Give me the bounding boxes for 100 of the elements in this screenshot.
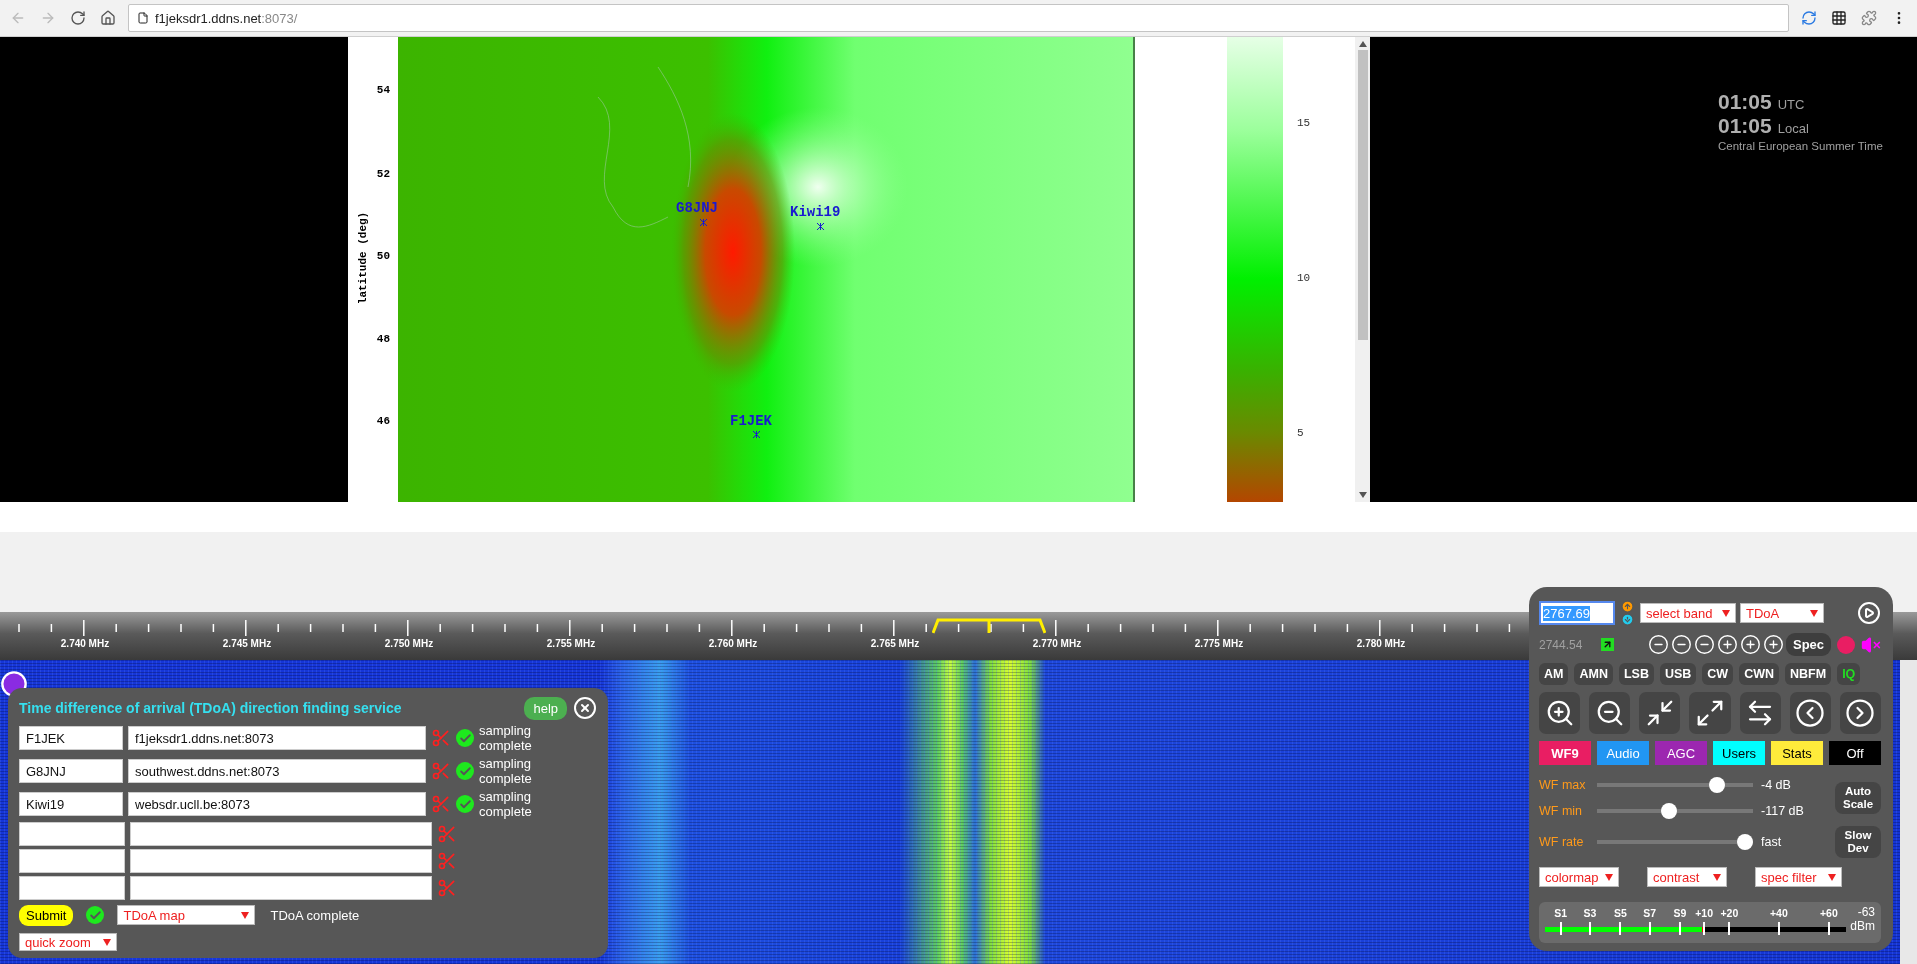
meter-label: +60 [1819, 907, 1838, 919]
host-field[interactable] [130, 849, 432, 873]
result-status: TDoA complete [270, 907, 360, 923]
page-icon [137, 12, 149, 24]
grid-icon[interactable] [1829, 10, 1849, 26]
host-field[interactable] [130, 876, 432, 900]
name-field[interactable] [19, 822, 125, 846]
plus-circle-icon[interactable] [1763, 634, 1784, 655]
panel-title: Time difference of arrival (TDoA) direction finding service [19, 700, 403, 716]
frequency-label: 2.750 MHz [383, 638, 435, 649]
minus-circle-icon[interactable] [1648, 634, 1669, 655]
meter-label: S1 [1554, 907, 1568, 919]
panel-tab[interactable]: Off [1829, 741, 1881, 765]
slider-thumb[interactable] [1660, 803, 1677, 819]
check-icon [456, 795, 474, 813]
host-field[interactable]: southwest.ddns.net:8073 [128, 759, 426, 783]
timezone-label: Central European Summer Time [1718, 140, 1884, 152]
mode-button[interactable]: NBFM [1785, 663, 1832, 685]
local-time: 01:05 [1718, 114, 1772, 138]
puzzle-icon[interactable] [1859, 10, 1879, 26]
submit-button[interactable]: Submit [19, 904, 74, 926]
plus-circle-icon[interactable] [1717, 634, 1738, 655]
caret-icon [103, 938, 111, 946]
station-label: G8JNJ [676, 200, 718, 216]
zoom-control-button[interactable] [1589, 692, 1631, 734]
display-dropdown[interactable]: colormap [1539, 867, 1619, 887]
zoom-dropdown[interactable]: quick zoom [19, 933, 117, 951]
mode-button[interactable]: LSB [1618, 663, 1654, 685]
panel-tab[interactable]: Users [1713, 741, 1765, 765]
check-icon [456, 729, 474, 747]
mode-button[interactable]: USB [1659, 663, 1697, 685]
mode-button[interactable]: AM [1539, 663, 1569, 685]
address-bar[interactable]: f1jeksdr1.ddns.net:8073/ [128, 4, 1789, 32]
name-field[interactable]: G8JNJ [19, 759, 123, 783]
caret-icon [1722, 609, 1730, 617]
slider-reading: fast [1761, 835, 1783, 849]
caret-icon [1828, 873, 1836, 881]
slider-thumb[interactable] [1709, 777, 1726, 793]
zoom-control-button[interactable] [1639, 692, 1681, 734]
name-field[interactable] [19, 849, 125, 873]
meter-label: S3 [1583, 907, 1597, 919]
tick-label: 15 [1297, 117, 1311, 129]
mode-dropdown[interactable]: TDoA [1740, 603, 1824, 623]
plus-circle-icon[interactable] [1740, 634, 1761, 655]
host-field[interactable]: f1jeksdr1.ddns.net:8073 [128, 726, 426, 750]
tick-label: 46 [376, 415, 390, 427]
mode-button[interactable]: CW [1702, 663, 1734, 685]
minus-circle-icon[interactable] [1694, 634, 1715, 655]
caret-icon [1810, 609, 1818, 617]
caret-icon [1605, 873, 1613, 881]
minus-circle-icon[interactable] [1671, 634, 1692, 655]
display-dropdown[interactable]: contrast [1647, 867, 1727, 887]
scroll-down-arrow-icon[interactable] [1358, 492, 1367, 498]
mode-button[interactable]: AMN [1574, 663, 1613, 685]
caret-icon [241, 911, 250, 919]
external-link-icon[interactable] [1601, 638, 1614, 651]
utc-label: UTC [1777, 97, 1805, 112]
name-field[interactable]: Kiwi19 [19, 792, 123, 816]
station-label: Kiwi19 [790, 204, 841, 220]
mode-button[interactable]: CWN [1739, 663, 1779, 685]
host-field[interactable]: websdr.ucll.be:8073 [128, 792, 426, 816]
auto-scale-button[interactable]: Auto Scale [1835, 782, 1881, 814]
zoom-control-button[interactable] [1539, 692, 1581, 734]
mode-button[interactable]: IQ [1837, 663, 1861, 685]
frequency-label: 2.745 MHz [221, 638, 273, 649]
utc-time: 01:05 [1718, 90, 1772, 114]
slider-thumb[interactable] [1737, 834, 1754, 850]
play-circle-icon[interactable] [1857, 601, 1881, 625]
slow-dev-button[interactable]: Slow Dev [1835, 826, 1881, 858]
panel-tab[interactable]: AGC [1655, 741, 1707, 765]
station-marker-icon [700, 219, 707, 226]
sync-icon[interactable] [1799, 10, 1819, 26]
home-icon[interactable] [98, 10, 118, 26]
host-field[interactable] [130, 822, 432, 846]
chevron-right-circle-icon [1845, 698, 1876, 728]
zoom-control-button[interactable] [1839, 692, 1881, 734]
scrollbar[interactable] [1355, 37, 1370, 502]
tick-label: 5 [1297, 427, 1304, 439]
frequency-label: 2.780 MHz [1355, 638, 1407, 649]
close-icon[interactable] [573, 696, 597, 720]
scroll-up-arrow-icon[interactable] [1358, 41, 1367, 47]
scrollbar[interactable] [1900, 660, 1917, 964]
tick-label: 10 [1297, 272, 1311, 284]
meter-label: +40 [1769, 907, 1788, 919]
zoom-control-button[interactable] [1689, 692, 1731, 734]
band-dropdown[interactable]: select band [1640, 603, 1736, 623]
slider-label: WF max [1539, 778, 1587, 792]
reload-icon[interactable] [68, 10, 88, 26]
frequency-label: 2.740 MHz [59, 638, 111, 649]
result-dropdown[interactable]: TDoA map [117, 905, 256, 925]
slider-reading: -117 dB [1761, 804, 1805, 818]
status-text: sampling complete [479, 789, 533, 819]
zoom-control-button[interactable] [1789, 692, 1831, 734]
panel-tab[interactable]: WF9 [1539, 741, 1591, 765]
panel-tab[interactable]: Stats [1771, 741, 1823, 765]
name-field[interactable]: F1JEK [19, 726, 123, 750]
zoom-control-button[interactable] [1739, 692, 1781, 734]
display-dropdown[interactable]: spec filter [1755, 867, 1842, 887]
spec-button[interactable]: Spec [1786, 633, 1832, 656]
name-field[interactable] [19, 876, 125, 900]
